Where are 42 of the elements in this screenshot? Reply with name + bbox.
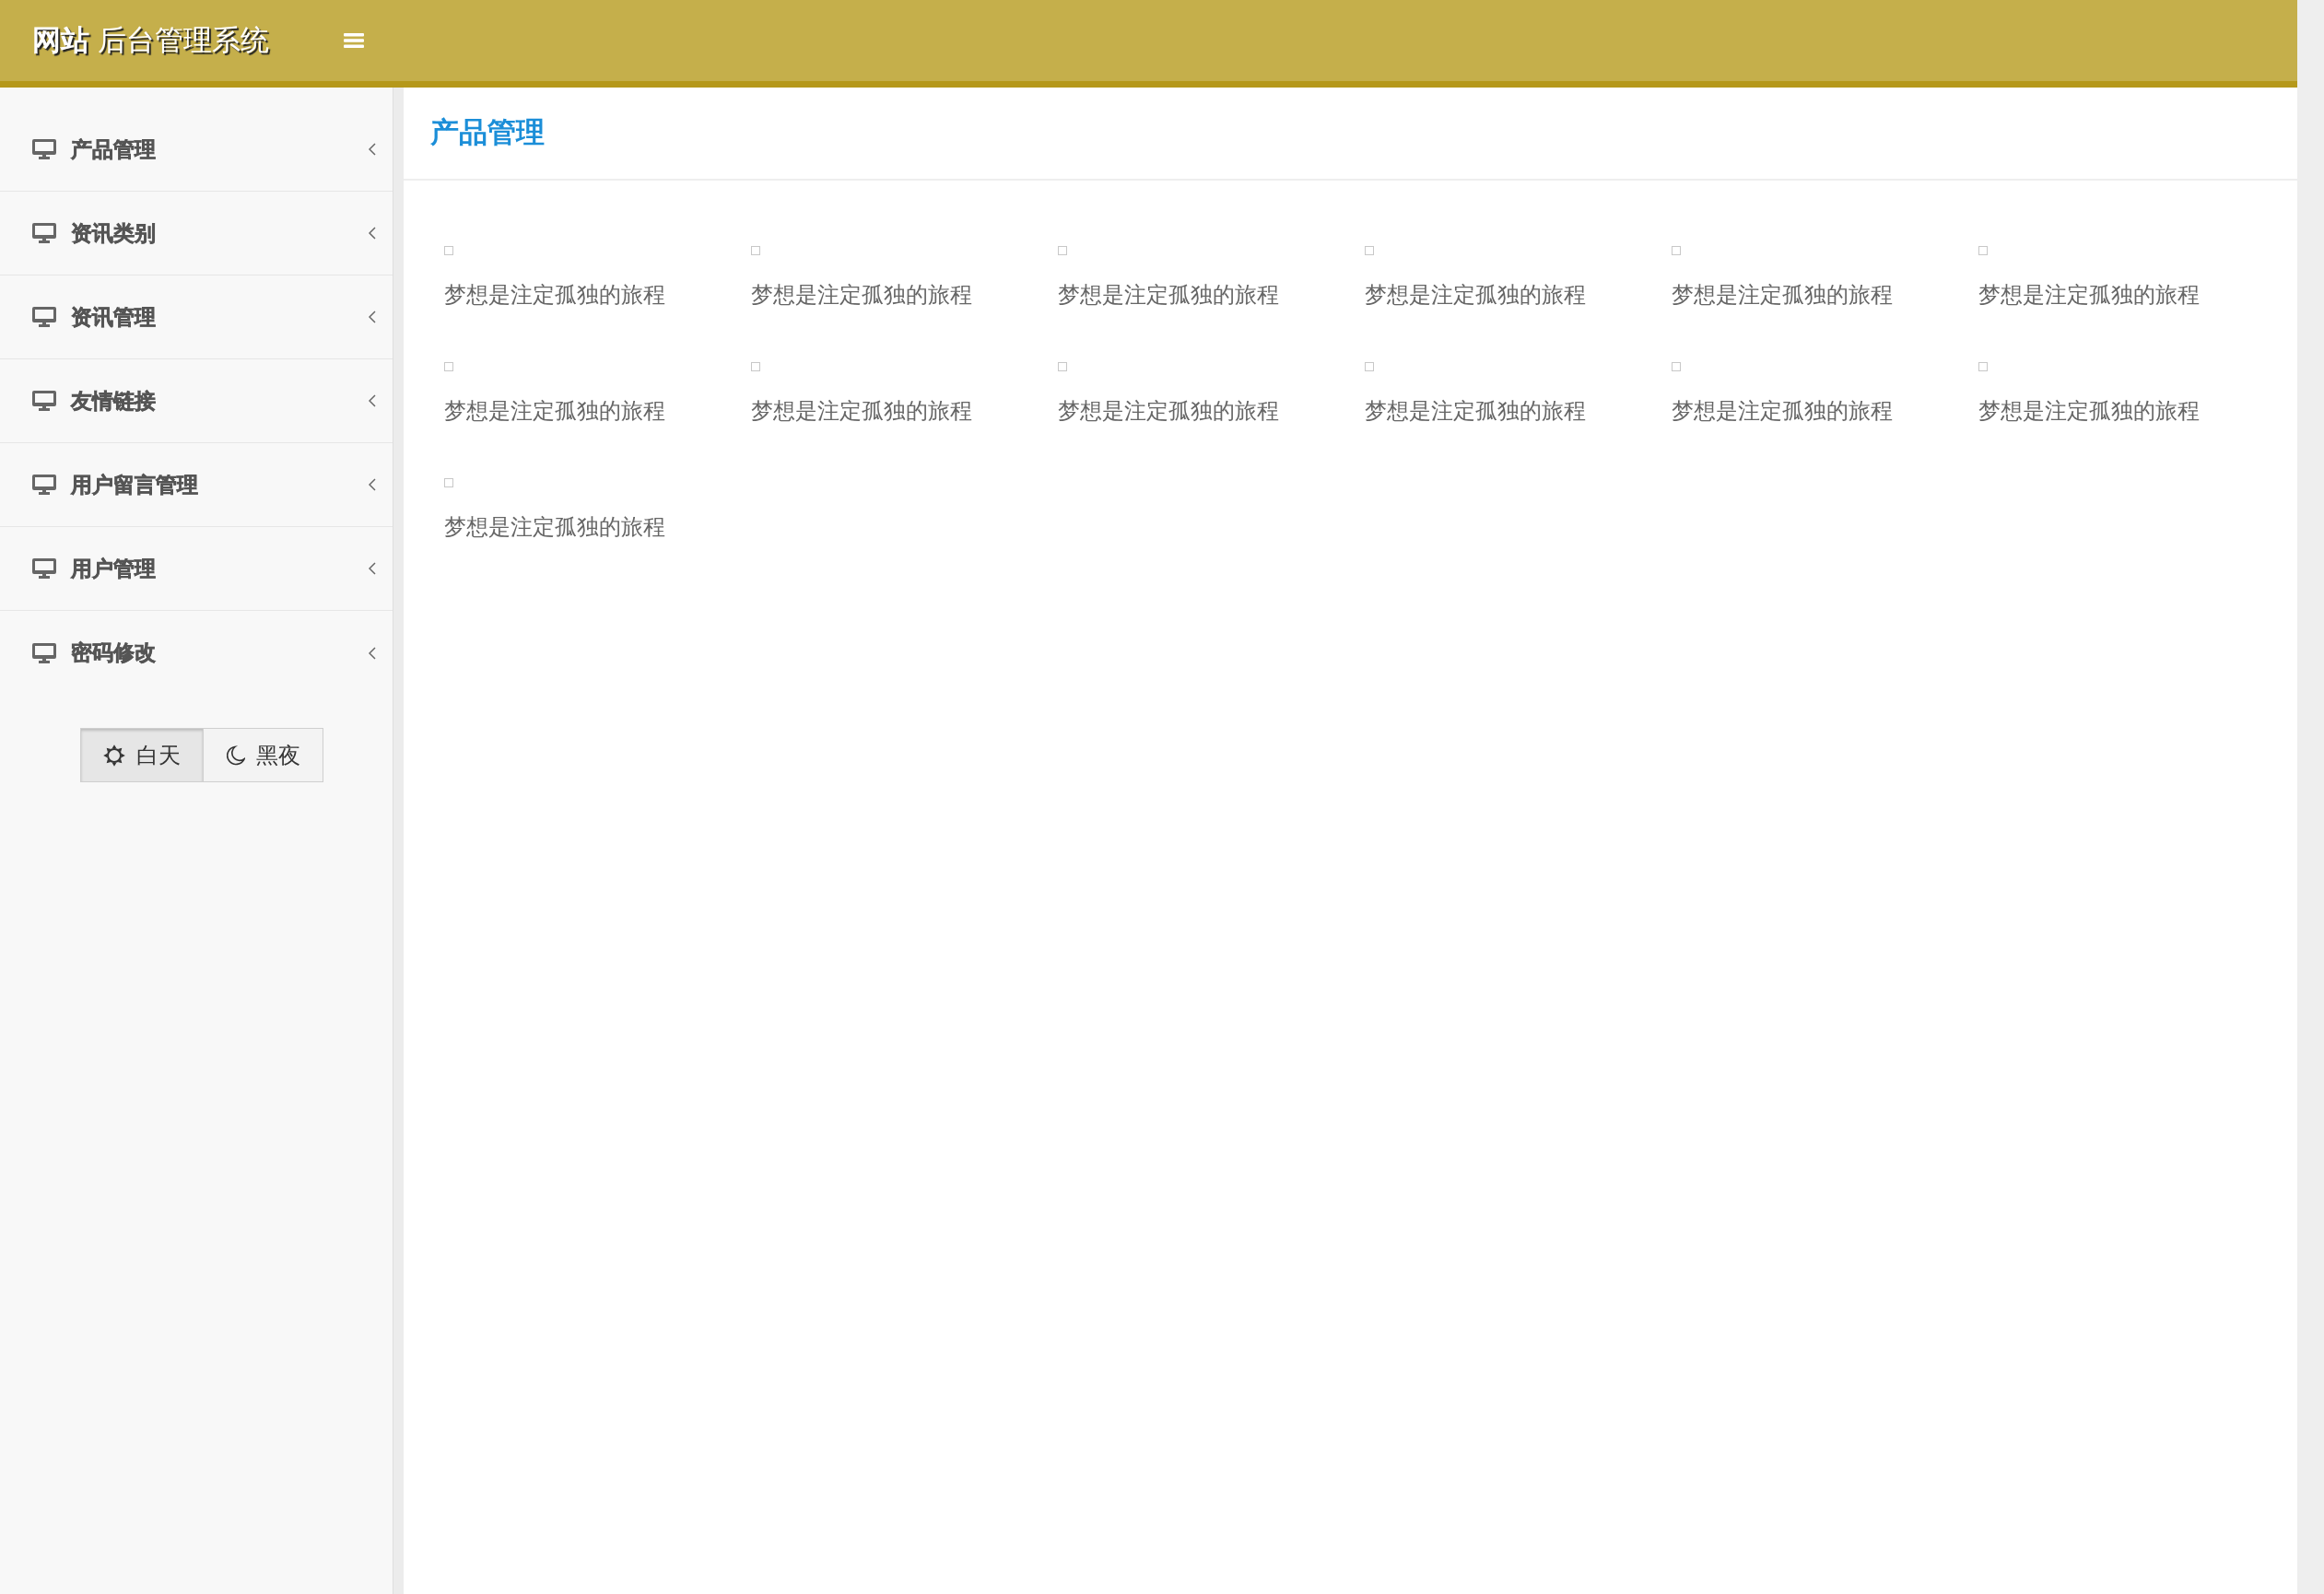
app-title: 网站 后台管理系统 [32, 22, 269, 58]
product-title: 梦想是注定孤独的旅程 [1058, 397, 1279, 425]
theme-button[interactable]: 黑夜 [204, 728, 323, 782]
theme-button[interactable]: 白天 [80, 728, 204, 782]
product-title: 梦想是注定孤独的旅程 [1978, 281, 2200, 309]
page-title: 产品管理 [430, 115, 545, 151]
product-title: 梦想是注定孤独的旅程 [444, 513, 665, 541]
monitor-icon [32, 307, 56, 327]
product-title: 梦想是注定孤独的旅程 [751, 281, 972, 309]
broken-image-icon [1672, 246, 1681, 255]
sun-icon [103, 744, 125, 767]
monitor-icon [32, 642, 56, 663]
sidebar-item[interactable]: 密码修改 [0, 611, 393, 695]
monitor-icon [32, 475, 56, 495]
broken-image-icon [444, 362, 453, 371]
broken-image-icon [1365, 246, 1374, 255]
broken-image-icon [1978, 246, 1988, 255]
monitor-icon [32, 558, 56, 579]
broken-image-icon [1058, 246, 1067, 255]
product-title: 梦想是注定孤独的旅程 [751, 397, 972, 425]
menu-icon [343, 32, 365, 49]
monitor-icon [32, 139, 56, 159]
moon-icon [226, 744, 245, 766]
product-title: 梦想是注定孤独的旅程 [444, 397, 665, 425]
product-title: 梦想是注定孤独的旅程 [1672, 281, 1893, 309]
broken-image-icon [1978, 362, 1988, 371]
product-title: 梦想是注定孤独的旅程 [1058, 281, 1279, 309]
broken-image-icon [444, 246, 453, 255]
broken-image-icon [1365, 362, 1374, 371]
monitor-icon [32, 391, 56, 411]
broken-image-icon [1058, 362, 1067, 371]
broken-image-icon [751, 362, 760, 371]
product-title: 梦想是注定孤独的旅程 [1672, 397, 1893, 425]
product-title: 梦想是注定孤独的旅程 [444, 281, 665, 309]
menu-button[interactable] [343, 32, 365, 49]
product-title: 梦想是注定孤独的旅程 [1365, 281, 1586, 309]
product-title: 梦想是注定孤独的旅程 [1978, 397, 2200, 425]
broken-image-icon [751, 246, 760, 255]
monitor-icon [32, 223, 56, 243]
broken-image-icon [1672, 362, 1681, 371]
product-title: 梦想是注定孤独的旅程 [1365, 397, 1586, 425]
broken-image-icon [444, 478, 453, 487]
